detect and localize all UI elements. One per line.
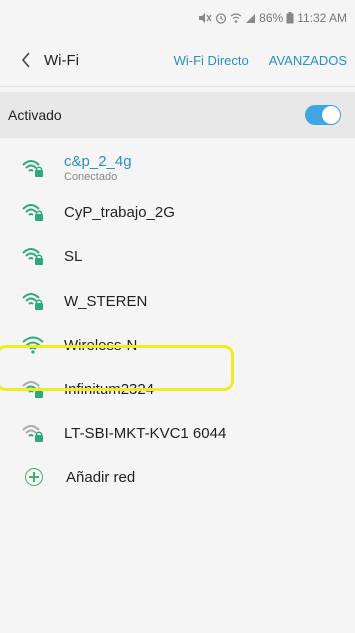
header-divider xyxy=(0,86,355,87)
wifi-toggle-switch[interactable] xyxy=(305,105,341,125)
network-name: W_STEREN xyxy=(64,292,148,310)
status-bar: 86% 11:32 AM xyxy=(0,0,355,36)
network-item-c-p-2-4g[interactable]: c&p_2_4g Conectado xyxy=(0,148,355,188)
wifi-lock-icon xyxy=(22,423,44,443)
add-network-label: Añadir red xyxy=(66,468,136,486)
wifi-status-icon xyxy=(230,12,242,24)
wifi-lock-icon xyxy=(22,246,44,266)
toggle-knob xyxy=(322,106,340,124)
page-title: Wi-Fi xyxy=(44,51,79,69)
back-arrow-icon[interactable] xyxy=(18,52,34,68)
highlight-annotation xyxy=(0,345,234,391)
network-name: LT-SBI-MKT-KVC1 6044 xyxy=(64,424,227,442)
wifi-lock-icon xyxy=(22,202,44,222)
mute-icon xyxy=(198,12,212,24)
network-name: c&p_2_4g xyxy=(64,153,132,170)
network-item-cyp-trabajo-2g[interactable]: CyP_trabajo_2G xyxy=(0,192,355,232)
toggle-label: Activado xyxy=(8,107,62,123)
network-item-w-steren[interactable]: W_STEREN xyxy=(0,281,355,321)
plus-circle-icon xyxy=(25,468,43,486)
network-item-sl[interactable]: SL xyxy=(0,236,355,276)
wifi-lock-icon xyxy=(22,158,44,178)
clock: 11:32 AM xyxy=(297,11,347,25)
alarm-icon xyxy=(215,12,227,24)
add-network-button[interactable]: Añadir red xyxy=(0,457,355,497)
app-header: Wi-Fi Wi-Fi Directo AVANZADOS xyxy=(0,40,355,80)
network-status: Conectado xyxy=(64,171,118,183)
advanced-button[interactable]: AVANZADOS xyxy=(269,53,347,68)
network-name: CyP_trabajo_2G xyxy=(64,203,175,221)
battery-percent: 86% xyxy=(259,11,284,25)
network-item-lt-sbi-mkt-kvc1-6044[interactable]: LT-SBI-MKT-KVC1 6044 xyxy=(0,413,355,453)
wifi-master-toggle-row[interactable]: Activado xyxy=(0,92,355,138)
wifi-direct-button[interactable]: Wi-Fi Directo xyxy=(174,53,249,68)
battery-icon xyxy=(286,12,294,24)
signal-icon xyxy=(245,12,256,24)
wifi-lock-icon xyxy=(22,291,44,311)
status-icons: 86% 11:32 AM xyxy=(198,11,347,25)
network-name: SL xyxy=(64,247,83,265)
